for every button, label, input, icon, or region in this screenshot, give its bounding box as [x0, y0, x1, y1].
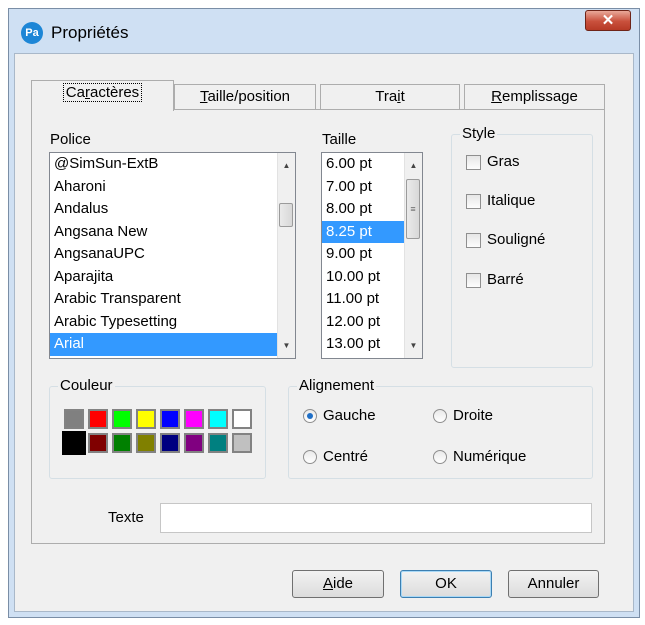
list-item[interactable]: Arabic Typesetting	[50, 311, 295, 334]
radio-icon[interactable]	[303, 450, 317, 465]
size-scrollbar[interactable]: ▲ ≡ ▼	[404, 153, 422, 358]
size-label: Taille	[322, 131, 357, 148]
style-checkbox-3[interactable]: Barré	[466, 271, 524, 291]
tab-label: Caractères	[62, 83, 143, 102]
checkbox-icon[interactable]	[466, 232, 481, 248]
checkbox-label: Gras	[487, 153, 520, 170]
style-checkbox-0[interactable]: Gras	[466, 153, 520, 173]
cancel-button-label: Annuler	[527, 575, 580, 592]
alignment-radio-0[interactable]: Gauche	[303, 407, 376, 425]
radio-label: Gauche	[323, 407, 376, 424]
radio-label: Numérique	[453, 448, 527, 465]
color-swatch[interactable]	[160, 433, 180, 453]
tab-trait[interactable]: Trait	[320, 84, 460, 110]
color-swatch[interactable]	[88, 433, 108, 453]
properties-window: Pa Propriétés ✕ Caractères Taille/positi…	[8, 8, 640, 618]
color-swatch[interactable]	[88, 409, 108, 429]
list-item[interactable]: Aparajita	[50, 266, 295, 289]
tab-panel-caracteres: Police @SimSun-ExtB Aharoni Andalus Angsana…	[31, 109, 605, 544]
radio-icon[interactable]	[303, 409, 317, 424]
color-swatch[interactable]	[160, 409, 180, 429]
tab-taille-position[interactable]: Taille/position	[174, 84, 316, 110]
style-group-title: Style	[460, 125, 498, 142]
radio-icon[interactable]	[433, 450, 447, 465]
style-checkbox-1[interactable]: Italique	[466, 192, 535, 212]
alignment-group-title: Alignement	[297, 377, 377, 394]
color-group-title: Couleur	[58, 377, 115, 394]
size-listbox[interactable]: 6.00 pt 7.00 pt 8.00 pt 8.25 pt 9.00 pt 10.00…	[321, 152, 423, 359]
color-swatch[interactable]	[64, 409, 84, 429]
list-item[interactable]: Arial	[50, 333, 295, 356]
scroll-thumb[interactable]	[279, 203, 293, 227]
checkbox-icon[interactable]	[466, 193, 481, 209]
checkbox-icon[interactable]	[466, 154, 481, 170]
alignment-radio-2[interactable]: Centré	[303, 448, 368, 466]
alignment-radio-1[interactable]: Droite	[433, 407, 493, 425]
alignment-group: Alignement Gauche Droite Centré Numérique	[288, 378, 593, 479]
checkbox-label: Barré	[487, 271, 524, 288]
radio-icon[interactable]	[433, 409, 447, 424]
style-checkbox-2[interactable]: Souligné	[466, 231, 545, 251]
dialog-client-area: Caractères Taille/position Trait Remplis…	[14, 53, 634, 612]
scroll-thumb[interactable]: ≡	[406, 179, 420, 239]
color-swatch[interactable]	[112, 433, 132, 453]
tab-caracteres[interactable]: Caractères	[31, 80, 174, 111]
checkbox-icon[interactable]	[466, 272, 481, 288]
list-item[interactable]: Angsana New	[50, 221, 295, 244]
list-item[interactable]: Andalus	[50, 198, 295, 221]
scroll-down-arrow-icon[interactable]: ▼	[405, 337, 422, 354]
tab-remplissage-label: Remplissage	[491, 88, 578, 105]
text-label: Texte	[108, 509, 144, 526]
font-label: Police	[50, 131, 91, 148]
help-button-label: Aide	[322, 575, 354, 592]
help-button[interactable]: Aide	[292, 570, 384, 598]
window-title: Propriétés	[51, 23, 129, 42]
font-scrollbar[interactable]: ▲ ▼	[277, 153, 295, 358]
text-input[interactable]	[160, 503, 592, 533]
scroll-up-arrow-icon[interactable]: ▲	[405, 157, 422, 174]
color-swatch[interactable]	[184, 433, 204, 453]
color-swatch[interactable]	[208, 433, 228, 453]
tab-remplissage[interactable]: Remplissage	[464, 84, 605, 110]
tab-trait-label: Trait	[375, 88, 405, 105]
scroll-down-arrow-icon[interactable]: ▼	[278, 337, 295, 354]
close-icon: ✕	[601, 12, 615, 29]
font-items: @SimSun-ExtB Aharoni Andalus Angsana New Ang…	[50, 153, 295, 356]
list-item[interactable]: AngsanaUPC	[50, 243, 295, 266]
tab-caracteres-label: Caractères	[65, 84, 140, 101]
color-swatch[interactable]	[62, 431, 86, 455]
color-swatch[interactable]	[112, 409, 132, 429]
cancel-button[interactable]: Annuler	[508, 570, 599, 598]
tab-taille-position-label: Taille/position	[199, 88, 291, 105]
color-swatch[interactable]	[232, 409, 252, 429]
color-swatch[interactable]	[136, 409, 156, 429]
color-group: Couleur	[49, 378, 266, 479]
checkbox-label: Italique	[487, 192, 536, 209]
font-listbox[interactable]: @SimSun-ExtB Aharoni Andalus Angsana New Ang…	[49, 152, 296, 359]
color-swatch[interactable]	[136, 433, 156, 453]
color-swatch[interactable]	[184, 409, 204, 429]
alignment-radio-3[interactable]: Numérique	[433, 448, 526, 466]
radio-label: Droite	[453, 407, 494, 424]
color-swatch[interactable]	[208, 409, 228, 429]
list-item[interactable]: @SimSun-ExtB	[50, 153, 295, 176]
app-icon: Pa	[21, 22, 43, 44]
checkbox-label: Souligné	[487, 231, 546, 248]
style-group: Style Gras Italique Souligné Barré	[451, 126, 593, 368]
ok-button-label: OK	[435, 575, 457, 592]
scroll-up-arrow-icon[interactable]: ▲	[278, 157, 295, 174]
color-swatch[interactable]	[232, 433, 252, 453]
ok-button[interactable]: OK	[400, 570, 492, 598]
tab-strip: Caractères Taille/position Trait Remplis…	[31, 80, 605, 111]
title-bar[interactable]: Pa Propriétés ✕	[9, 9, 639, 45]
radio-label: Centré	[323, 448, 369, 465]
close-button[interactable]: ✕	[585, 10, 631, 31]
list-item[interactable]: Aharoni	[50, 176, 295, 199]
list-item[interactable]: Arabic Transparent	[50, 288, 295, 311]
